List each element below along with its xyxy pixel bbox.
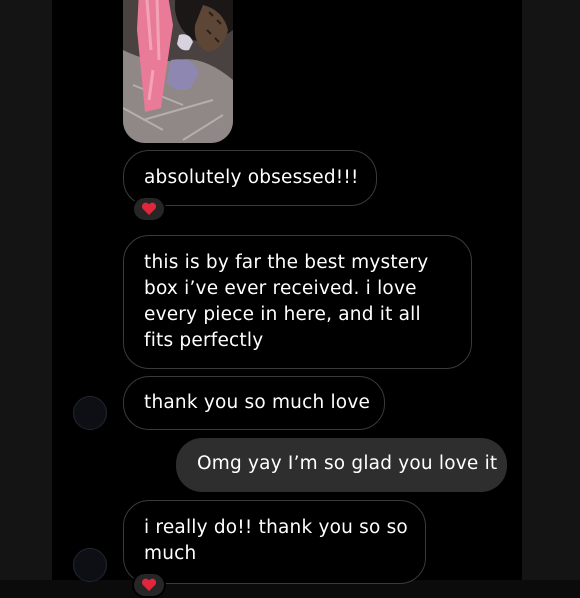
message-reaction[interactable] bbox=[132, 196, 166, 222]
outgoing-message[interactable]: Omg yay I’m so glad you love it bbox=[176, 438, 507, 492]
left-margin bbox=[0, 0, 52, 580]
message-text: Omg yay I’m so glad you love it bbox=[197, 453, 498, 474]
incoming-message[interactable]: this is by far the best mystery box i’ve… bbox=[123, 235, 472, 369]
incoming-message[interactable]: thank you so much love bbox=[123, 376, 385, 430]
incoming-message[interactable]: i really do!! thank you so so much bbox=[123, 500, 426, 584]
message-text: thank you so much love bbox=[144, 392, 371, 413]
right-margin bbox=[522, 0, 580, 580]
message-reaction[interactable] bbox=[132, 572, 166, 598]
photo-image bbox=[123, 0, 233, 143]
avatar[interactable] bbox=[73, 396, 107, 430]
heart-icon bbox=[141, 202, 157, 215]
shared-photo[interactable] bbox=[123, 0, 233, 143]
avatar[interactable] bbox=[73, 548, 107, 582]
heart-icon bbox=[141, 578, 157, 591]
message-text: this is by far the best mystery box i’ve… bbox=[144, 252, 429, 351]
message-text: i really do!! thank you so so much bbox=[144, 517, 408, 564]
message-text: absolutely obsessed!!! bbox=[144, 167, 359, 188]
incoming-message[interactable]: absolutely obsessed!!! bbox=[123, 150, 377, 206]
